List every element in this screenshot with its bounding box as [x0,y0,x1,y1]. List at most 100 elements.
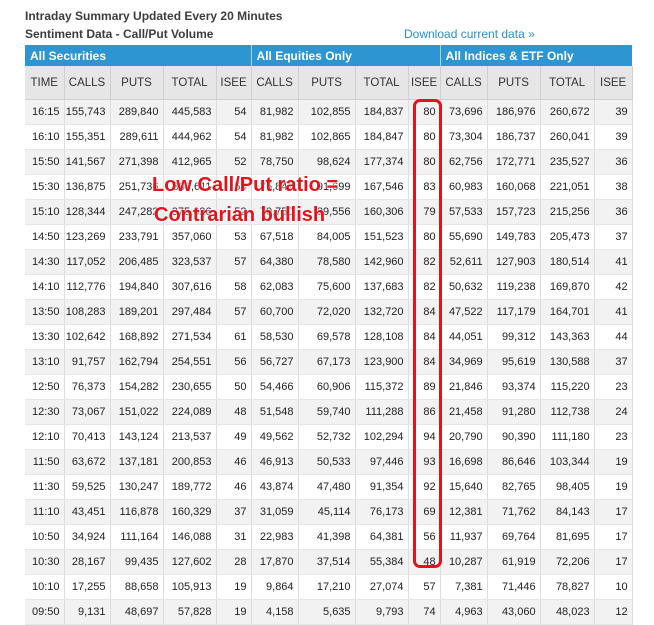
table-cell: 82,765 [487,474,541,500]
table-cell: 15,640 [439,474,488,500]
table-row: 13:50 108,283 189,201 297,484 57 60,700 72,020… [25,299,633,325]
table-cell: 12:10 [25,424,65,450]
table-cell: 167,546 [355,174,409,200]
table-cell: 10,287 [439,549,488,575]
table-cell: 155,743 [64,99,111,125]
table-cell: 98,405 [540,474,595,500]
table-cell: 9,793 [355,599,409,625]
table-cell: 137,683 [355,274,409,300]
table-cell: 13:50 [25,299,65,325]
table-cell: 102,642 [64,324,111,350]
table-cell: 93,374 [487,374,541,400]
table-cell: 37 [594,349,633,375]
table-cell: 55,384 [355,549,409,575]
table-cell: 63,672 [64,449,111,475]
table-cell: 103,344 [540,449,595,475]
col-puts: PUTS [298,66,356,100]
table-cell: 50,632 [439,274,488,300]
table-cell: 105,913 [163,574,217,600]
table-cell: 44 [594,324,633,350]
table-cell: 254,551 [163,349,217,375]
table-cell: 23 [594,374,633,400]
table-cell: 307,616 [163,274,217,300]
table-row: 13:10 91,757 162,794 254,551 56 56,727 67,173 1… [25,349,633,375]
table-cell: 57 [216,249,252,275]
table-cell: 17,255 [64,574,111,600]
table-cell: 19 [216,574,252,600]
table-cell: 64,380 [250,249,299,275]
table-cell: 75,600 [298,274,356,300]
table-cell: 15:30 [25,174,65,200]
table-cell: 20,790 [439,424,488,450]
table-cell: 41 [594,299,633,325]
table-cell: 34,924 [64,524,111,550]
table-cell: 84,143 [540,499,595,525]
col-calls: CALLS [439,66,488,100]
table-row: 12:50 76,373 154,282 230,655 50 54,466 60,906 1… [25,374,633,400]
table-cell: 184,837 [355,99,409,125]
table-cell: 73,696 [439,99,488,125]
table-cell: 130,588 [540,349,595,375]
table-cell: 54 [216,124,252,150]
table-cell: 323,537 [163,249,217,275]
table-cell: 41,398 [298,524,356,550]
table-cell: 11:30 [25,474,65,500]
table-cell: 39 [594,99,633,125]
col-calls: CALLS [250,66,299,100]
col-puts: PUTS [110,66,164,100]
table-cell: 260,041 [540,124,595,150]
table-cell: 91,354 [355,474,409,500]
table-cell: 151,523 [355,224,409,250]
table-cell: 17 [594,549,633,575]
table-cell: 12:50 [25,374,65,400]
table-cell: 21,458 [439,399,488,425]
table-cell: 73,304 [439,124,488,150]
table-cell: 86,646 [487,449,541,475]
table-cell: 99,435 [110,549,164,575]
table-cell: 57 [408,574,441,600]
table-cell: 61 [216,324,252,350]
section-subtitle: Sentiment Data - Call/Put Volume [25,27,214,41]
col-isee: ISEE [594,66,633,100]
table-cell: 137,181 [110,449,164,475]
table-cell: 31,059 [250,499,299,525]
table-cell: 230,655 [163,374,217,400]
table-cell: 60,906 [298,374,356,400]
table-cell: 194,840 [110,274,164,300]
table-cell: 24 [594,399,633,425]
column-header-row: TIME CALLS PUTS TOTAL ISEE CALLS PUTS TO… [25,66,633,100]
group-all-securities: All Securities [25,45,252,66]
table-row: 12:10 70,413 143,124 213,537 49 49,562 52,732 1… [25,424,633,450]
col-puts: PUTS [487,66,541,100]
table-cell: 69,764 [487,524,541,550]
table-cell: 71,446 [487,574,541,600]
table-cell: 14:30 [25,249,65,275]
table-cell: 57,828 [163,599,217,625]
table-row: 11:50 63,672 137,181 200,853 46 46,913 50,533 9… [25,449,633,475]
table-cell: 12:30 [25,399,65,425]
table-cell: 62,756 [439,149,488,175]
table-cell: 297,484 [163,299,217,325]
table-cell: 205,473 [540,224,595,250]
table-row: 14:10 112,776 194,840 307,616 58 62,083 75,600… [25,274,633,300]
table-cell: 143,124 [110,424,164,450]
table-cell: 123,900 [355,349,409,375]
table-cell: 55,690 [439,224,488,250]
table-cell: 149,783 [487,224,541,250]
table-cell: 81,982 [250,124,299,150]
download-data-link[interactable]: Download current data » [404,27,535,41]
group-header-row: All Securities All Equities Only All Ind… [25,45,633,66]
group-all-equities: All Equities Only [250,45,441,66]
table-cell: 78,827 [540,574,595,600]
table-cell: 11:10 [25,499,65,525]
table-cell: 43,874 [250,474,299,500]
table-cell: 28 [216,549,252,575]
table-cell: 95,619 [487,349,541,375]
table-cell: 17,870 [250,549,299,575]
table-cell: 48,023 [540,599,595,625]
table-cell: 15:50 [25,149,65,175]
table-cell: 90,390 [487,424,541,450]
table-cell: 52,611 [439,249,488,275]
table-cell: 127,903 [487,249,541,275]
table-cell: 99,312 [487,324,541,350]
